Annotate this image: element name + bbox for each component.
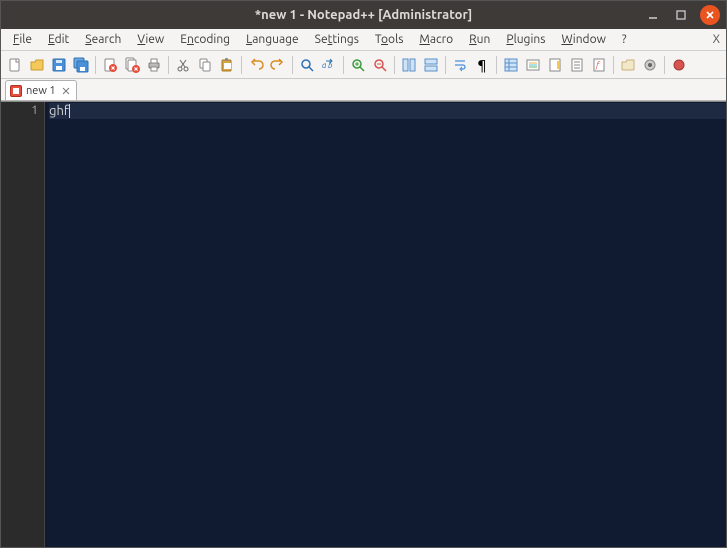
zoom-in-button[interactable]: [348, 55, 368, 75]
code-area[interactable]: ghf: [45, 102, 726, 547]
menu-window[interactable]: Window: [553, 31, 613, 48]
menu-search[interactable]: Search: [77, 31, 129, 48]
all-chars-button[interactable]: ¶: [472, 55, 492, 75]
title-bar: *new 1 - Notepad++ [Administrator]: [1, 1, 726, 29]
find-button[interactable]: [297, 55, 317, 75]
menu-macro[interactable]: Macro: [411, 31, 461, 48]
wordwrap-button[interactable]: [450, 55, 470, 75]
menu-run[interactable]: Run: [461, 31, 498, 48]
toolbar-separator: [496, 56, 497, 74]
record-macro-button[interactable]: [669, 55, 689, 75]
tab-label: new 1: [26, 85, 56, 97]
zoom-out-button[interactable]: [370, 55, 390, 75]
redo-button[interactable]: [268, 55, 288, 75]
menu-bar: File Edit Search View Encoding Language …: [1, 29, 726, 51]
replace-button[interactable]: ab: [319, 55, 339, 75]
paste-button[interactable]: [217, 55, 237, 75]
open-file-button[interactable]: [27, 55, 47, 75]
app-window: *new 1 - Notepad++ [Administrator] File …: [0, 0, 727, 548]
line-number: 1: [1, 103, 38, 119]
tab-bar: new 1: [1, 79, 726, 101]
toolbar: ab ¶ f: [1, 51, 726, 79]
doc-map-button[interactable]: [545, 55, 565, 75]
menu-file[interactable]: File: [5, 31, 40, 48]
toolbar-separator: [95, 56, 96, 74]
toolbar-separator: [394, 56, 395, 74]
svg-text:a: a: [322, 61, 327, 70]
menu-language[interactable]: Language: [238, 31, 307, 48]
maximize-button[interactable]: [672, 6, 690, 24]
window-title: *new 1 - Notepad++ [Administrator]: [255, 8, 473, 22]
close-file-button[interactable]: [100, 55, 120, 75]
minimize-button[interactable]: [644, 6, 662, 24]
doc-list-button[interactable]: [567, 55, 587, 75]
toolbar-separator: [343, 56, 344, 74]
menu-view[interactable]: View: [129, 31, 172, 48]
sync-h-button[interactable]: [421, 55, 441, 75]
save-button[interactable]: [49, 55, 69, 75]
toolbar-separator: [241, 56, 242, 74]
toolbar-separator: [613, 56, 614, 74]
sync-v-button[interactable]: [399, 55, 419, 75]
menu-help[interactable]: ?: [614, 31, 635, 48]
save-all-button[interactable]: [71, 55, 91, 75]
menu-tools[interactable]: Tools: [367, 31, 412, 48]
toolbar-separator: [664, 56, 665, 74]
code-line[interactable]: ghf: [49, 103, 726, 119]
menu-edit[interactable]: Edit: [40, 31, 77, 48]
menu-encoding[interactable]: Encoding: [172, 31, 238, 48]
new-file-button[interactable]: [5, 55, 25, 75]
document-tab[interactable]: new 1: [5, 80, 77, 100]
tab-close-button[interactable]: [60, 85, 72, 97]
copy-button[interactable]: [195, 55, 215, 75]
udl-button[interactable]: [523, 55, 543, 75]
close-all-button[interactable]: [122, 55, 142, 75]
menu-close-x[interactable]: X: [713, 33, 720, 46]
line-gutter: 1: [1, 102, 45, 547]
editor-area[interactable]: 1 ghf: [1, 101, 726, 547]
monitor-button[interactable]: [640, 55, 660, 75]
cut-button[interactable]: [173, 55, 193, 75]
code-text: ghf: [49, 104, 69, 118]
toolbar-separator: [168, 56, 169, 74]
menu-plugins[interactable]: Plugins: [498, 31, 553, 48]
toolbar-separator: [445, 56, 446, 74]
undo-button[interactable]: [246, 55, 266, 75]
unsaved-file-icon: [10, 85, 22, 97]
func-list-button[interactable]: f: [589, 55, 609, 75]
close-button[interactable]: [700, 5, 720, 25]
text-cursor: [69, 104, 70, 118]
menu-settings[interactable]: Settings: [307, 31, 367, 48]
folder-ws-button[interactable]: [618, 55, 638, 75]
window-controls: [644, 5, 720, 25]
toolbar-separator: [292, 56, 293, 74]
print-button[interactable]: [144, 55, 164, 75]
indent-guide-button[interactable]: [501, 55, 521, 75]
